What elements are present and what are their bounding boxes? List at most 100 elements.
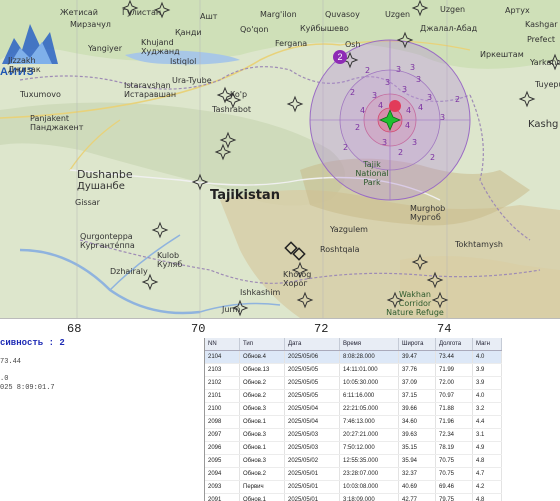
- table-cell: 2101: [205, 389, 240, 403]
- cluster-count-label[interactable]: 3: [402, 85, 407, 94]
- table-cell: 2025/05/01: [284, 467, 340, 481]
- table-cell: 71.99: [435, 363, 473, 377]
- table-cell: 4.9: [472, 441, 502, 455]
- event-star-marker[interactable]: [411, 253, 429, 271]
- event-star-marker[interactable]: [518, 90, 536, 108]
- earthquake-map[interactable]: АИИЗ Jizzakh Джизак Yangiyer Khujand Худ…: [0, 0, 560, 318]
- event-star-marker[interactable]: [151, 221, 169, 239]
- column-header[interactable]: NN: [205, 338, 240, 351]
- cluster-count-label[interactable]: 4: [360, 106, 365, 115]
- column-header[interactable]: Широта: [398, 338, 436, 351]
- cluster-count-label[interactable]: 3: [412, 138, 417, 147]
- table-cell: Обнов.1: [239, 441, 285, 455]
- cluster-count-label[interactable]: 2: [350, 88, 355, 97]
- table-body: 2104 Обнов.4 2025/05/06 8:08:28.000 39.47 73.…: [205, 350, 502, 501]
- table-cell: 39.63: [398, 428, 436, 442]
- table-cell: 2098: [205, 415, 240, 429]
- table-cell: 2091: [205, 493, 240, 501]
- cluster-count-label[interactable]: 2: [355, 123, 360, 132]
- cluster-count-label[interactable]: 2: [365, 66, 370, 75]
- event-star-marker[interactable]: [411, 0, 429, 17]
- table-row[interactable]: 2096 Обнов.1 2025/05/03 7:50:12.000 35.15 78.…: [205, 441, 502, 455]
- table-cell: 39.47: [398, 350, 436, 364]
- table-cell: 3.9: [472, 363, 502, 377]
- table-row[interactable]: 2097 Обнов.3 2025/05/03 20:27:21.000 39.63 72…: [205, 428, 502, 442]
- cluster-count-label[interactable]: 3: [440, 113, 445, 122]
- event-star-marker[interactable]: [231, 299, 249, 317]
- table-cell: 37.09: [398, 376, 436, 390]
- epicenter-star-icon[interactable]: [378, 108, 402, 132]
- event-star-marker[interactable]: [296, 291, 314, 309]
- table-cell: Первич: [239, 480, 285, 494]
- cluster-count-label[interactable]: 3: [372, 91, 377, 100]
- table-row[interactable]: 2098 Обнов.1 2025/05/04 7:46:13.000 34.60 71.…: [205, 415, 502, 429]
- cluster-badge[interactable]: 2: [333, 50, 347, 64]
- cluster-count-label[interactable]: 3: [416, 75, 421, 84]
- event-star-marker[interactable]: [121, 0, 139, 17]
- cluster-count-label[interactable]: 3: [385, 78, 390, 87]
- event-star-layer: [121, 0, 560, 317]
- table-cell: Обнов.13: [239, 363, 285, 377]
- table-row[interactable]: 2104 Обнов.4 2025/05/06 8:08:28.000 39.47 73.…: [205, 350, 502, 364]
- table-row[interactable]: 2095 Обнов.3 2025/05/02 12:55:35.000 35.94 70…: [205, 454, 502, 468]
- table-cell: 3.2: [472, 402, 502, 416]
- event-star-marker[interactable]: [386, 291, 404, 309]
- table-row[interactable]: 2094 Обнов.2 2025/05/01 23:28:07.000 32.37 70…: [205, 467, 502, 481]
- cluster-count-label[interactable]: 4: [406, 106, 411, 115]
- event-star-marker[interactable]: [153, 1, 171, 19]
- event-star-marker[interactable]: [191, 173, 209, 191]
- info-longitude: 73.44: [0, 358, 22, 366]
- event-star-marker[interactable]: [426, 271, 444, 289]
- table-cell: 12:55:35.000: [339, 454, 399, 468]
- info-depth: .0: [0, 375, 9, 383]
- table-cell: 3.9: [472, 376, 502, 390]
- column-header[interactable]: Магн: [472, 338, 502, 351]
- event-star-marker[interactable]: [141, 273, 159, 291]
- event-star-marker[interactable]: [546, 53, 560, 71]
- table-row[interactable]: 2102 Обнов.2 2025/05/05 10:05:30.000 37.09 72…: [205, 376, 502, 390]
- table-cell: Обнов.4: [239, 350, 285, 364]
- cluster-count-label[interactable]: 2: [455, 95, 460, 104]
- table-row[interactable]: 2100 Обнов.3 2025/05/04 22:21:05.000 39.66 71…: [205, 402, 502, 416]
- latest-event-marker[interactable]: [389, 100, 401, 112]
- table-cell: 2025/05/05: [284, 363, 340, 377]
- table-cell: 14:11:01.000: [339, 363, 399, 377]
- table-cell: 2025/05/06: [284, 350, 340, 364]
- table-header: NN Тип Дата Время Широта Долгота Магн: [205, 338, 502, 351]
- table-cell: 2025/05/05: [284, 389, 340, 403]
- cluster-count-label[interactable]: 3: [396, 65, 401, 74]
- table-row[interactable]: 2103 Обнов.13 2025/05/05 14:11:01.000 37.76 7…: [205, 363, 502, 377]
- column-header[interactable]: Время: [339, 338, 399, 351]
- cluster-count-layer: 23333444223 33224332324: [343, 63, 460, 162]
- table-row[interactable]: 2093 Первич 2025/05/01 10:03:08.000 40.69 69.…: [205, 480, 502, 494]
- cluster-count-label[interactable]: 2: [430, 153, 435, 162]
- table-cell: 8:08:28.000: [339, 350, 399, 364]
- table-cell: Обнов.1: [239, 493, 285, 501]
- cluster-count-label[interactable]: 3: [382, 138, 387, 147]
- cluster-count-label[interactable]: 3: [410, 63, 415, 72]
- cluster-count-label[interactable]: 4: [405, 121, 410, 130]
- table-cell: 2025/05/05: [284, 376, 340, 390]
- table-cell: 42.77: [398, 493, 436, 501]
- table-cell: 7:46:13.000: [339, 415, 399, 429]
- table-cell: 39.66: [398, 402, 436, 416]
- event-star-marker[interactable]: [431, 291, 449, 309]
- event-star-marker[interactable]: [396, 31, 414, 49]
- event-star-marker[interactable]: [286, 95, 304, 113]
- table-row[interactable]: 2101 Обнов.2 2025/05/05 6:11:16.000 37.15 70.…: [205, 389, 502, 403]
- table-row[interactable]: 2091 Обнов.1 2025/05/01 3:18:09.000 42.77 79.…: [205, 493, 502, 501]
- column-header[interactable]: Дата: [284, 338, 340, 351]
- cluster-count-label[interactable]: 4: [378, 101, 383, 110]
- cluster-count-label[interactable]: 3: [427, 93, 432, 102]
- cluster-count-label[interactable]: 2: [398, 148, 403, 157]
- event-star-marker[interactable]: [291, 261, 309, 279]
- column-header[interactable]: Тип: [239, 338, 285, 351]
- column-header[interactable]: Долгота: [435, 338, 473, 351]
- cluster-count-label[interactable]: 4: [418, 103, 423, 112]
- table-cell: 70.97: [435, 389, 473, 403]
- table-cell: 2100: [205, 402, 240, 416]
- cluster-count-label[interactable]: 2: [343, 143, 348, 152]
- table-cell: 3.1: [472, 428, 502, 442]
- events-table[interactable]: NN Тип Дата Время Широта Долгота Магн 2104 Обно…: [204, 338, 560, 501]
- axis-tick: 68: [67, 322, 82, 336]
